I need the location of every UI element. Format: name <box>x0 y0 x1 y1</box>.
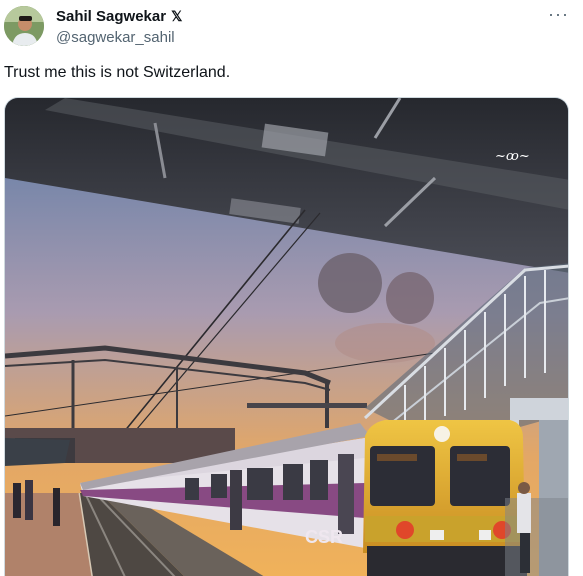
author-display-name[interactable]: Sahil Sagwekar <box>56 8 166 25</box>
tweet-card: Sahil Sagwekar 𝕏 @sagwekar_sahil ··· Tru… <box>0 0 583 576</box>
watermark-logo: ~ꝏ~ <box>495 149 530 164</box>
tweet-photo[interactable]: ~ꝏ~ CSR <box>4 97 569 576</box>
x-verified-icon: 𝕏 <box>171 8 183 24</box>
tweet-text: Trust me this is not Switzerland. <box>4 64 231 81</box>
more-options-icon[interactable]: ··· <box>548 4 569 25</box>
author-name-row[interactable]: Sahil Sagwekar 𝕏 <box>56 8 182 25</box>
avatar-photo-icon <box>4 6 44 46</box>
author-handle[interactable]: @sagwekar_sahil <box>56 29 175 46</box>
train-station-photo: ~ꝏ~ CSR <box>5 98 568 576</box>
train-side-marking: CSR <box>305 527 343 547</box>
author-avatar[interactable] <box>4 6 44 46</box>
